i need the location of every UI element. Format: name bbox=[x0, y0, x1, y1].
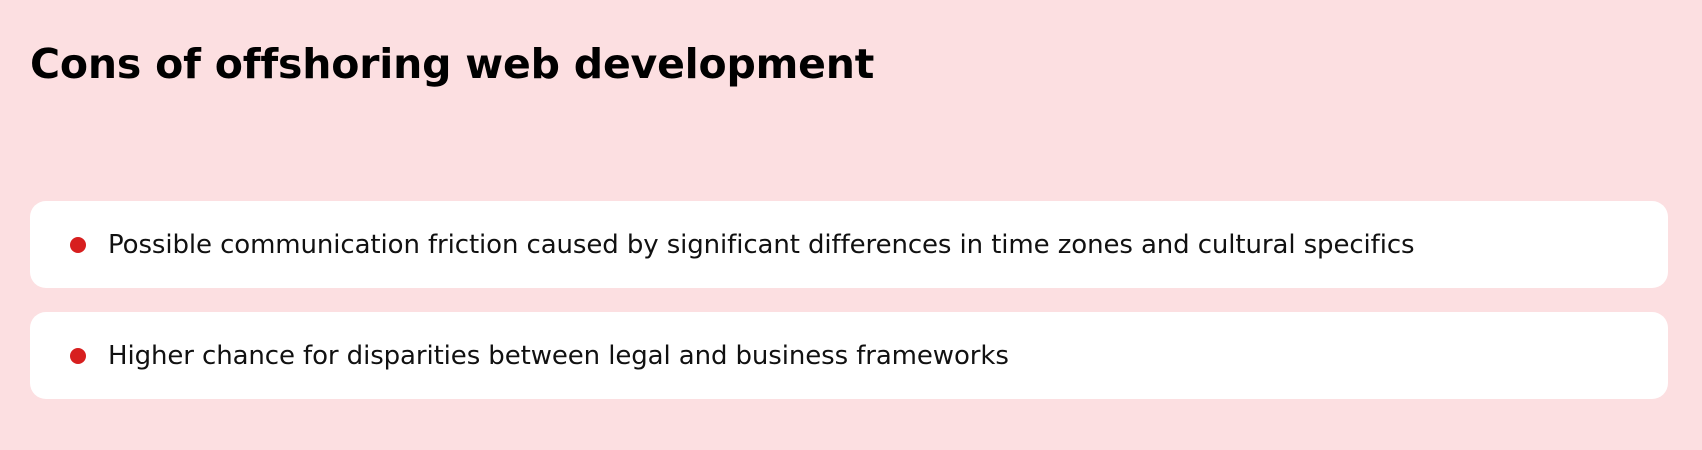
cons-section: Cons of offshoring web development Possi… bbox=[0, 0, 1702, 450]
page-title: Cons of offshoring web development bbox=[30, 40, 875, 88]
list-item-text: Possible communication friction caused b… bbox=[108, 229, 1415, 260]
list-item: Possible communication friction caused b… bbox=[30, 201, 1668, 288]
bullet-dot-icon bbox=[70, 347, 86, 364]
list-item-text: Higher chance for disparities between le… bbox=[108, 340, 1009, 371]
bullet-dot-icon bbox=[70, 236, 86, 253]
cons-list: Possible communication friction caused b… bbox=[30, 201, 1668, 423]
list-item: Higher chance for disparities between le… bbox=[30, 312, 1668, 399]
